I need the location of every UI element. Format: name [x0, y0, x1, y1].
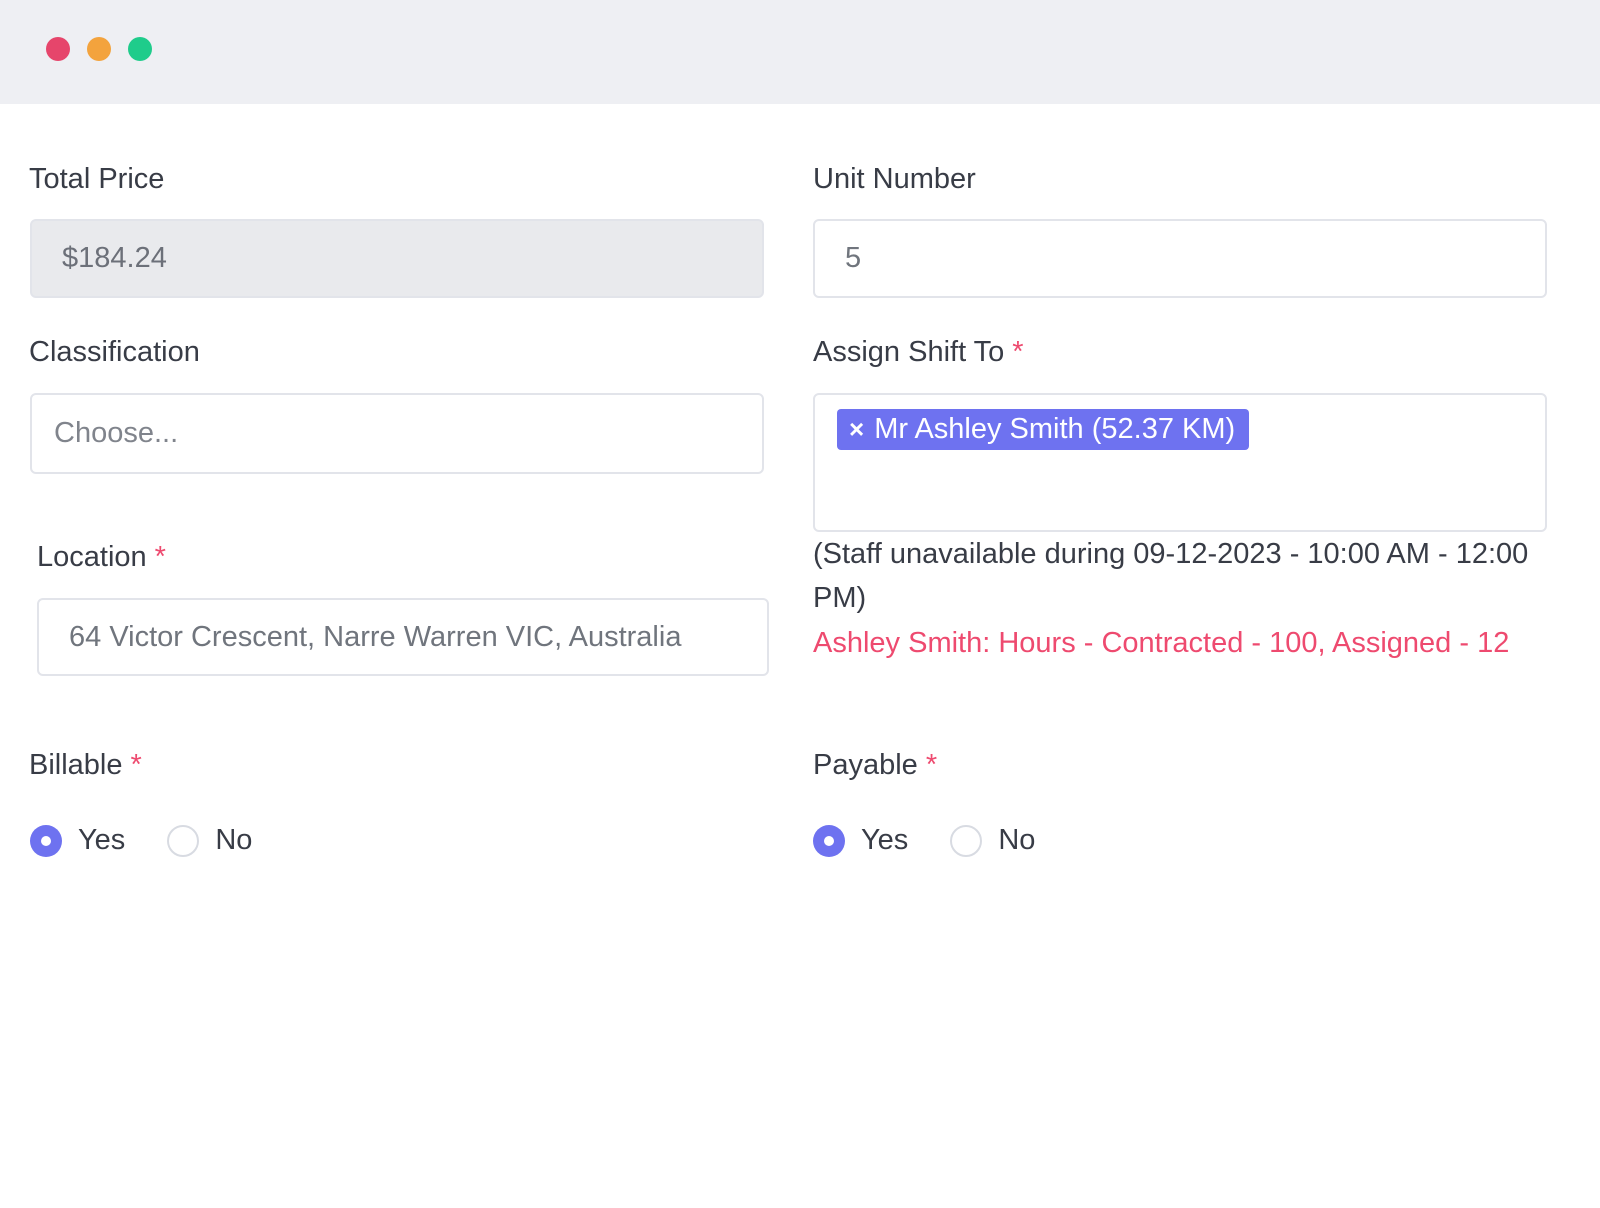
billable-no-label[interactable]: No — [215, 824, 252, 857]
billable-no-radio[interactable] — [167, 824, 200, 857]
required-marker: * — [130, 749, 142, 781]
payable-no-label[interactable]: No — [998, 824, 1035, 857]
billable-yes-label[interactable]: Yes — [78, 824, 125, 857]
payable-yes-radio[interactable] — [813, 824, 845, 857]
billable-label-text: Billable — [29, 749, 123, 781]
classification-select[interactable]: Choose... — [30, 393, 764, 474]
selected-staff-tag: × Mr Ashley Smith (52.37 KM) — [837, 409, 1250, 450]
location-label-text: Location — [37, 541, 147, 573]
hours-warning: Ashley Smith: Hours - Contracted - 100, … — [813, 627, 1510, 659]
location-label: Location * — [37, 541, 166, 574]
unit-number-input[interactable]: 5 — [813, 219, 1547, 298]
staff-availability-note: (Staff unavailable during 09-12-2023 - 1… — [813, 538, 1529, 614]
required-marker: * — [925, 749, 938, 781]
total-price-label: Total Price — [29, 163, 165, 195]
payable-no-radio[interactable] — [950, 824, 983, 857]
billable-radio-group: Yes No — [30, 824, 294, 857]
window-titlebar — [0, 0, 1600, 104]
selected-staff-name: Mr Ashley Smith (52.37 KM) — [874, 413, 1236, 445]
billable-label: Billable * — [29, 749, 142, 782]
classification-label: Classification — [29, 336, 200, 368]
payable-label: Payable * — [813, 749, 937, 782]
assign-shift-label-text: Assign Shift To — [813, 336, 1005, 368]
billable-yes-radio[interactable] — [30, 824, 62, 857]
location-input[interactable]: 64 Victor Crescent, Narre Warren VIC, Au… — [37, 598, 769, 676]
unit-number-label: Unit Number — [813, 163, 976, 195]
payable-yes-label[interactable]: Yes — [861, 824, 908, 857]
payable-radio-group: Yes No — [813, 824, 1077, 857]
required-marker: * — [1012, 336, 1024, 368]
required-marker: * — [154, 541, 166, 573]
minimize-window-button[interactable] — [87, 37, 111, 61]
maximize-window-button[interactable] — [128, 37, 152, 61]
remove-tag-icon[interactable]: × — [849, 414, 864, 445]
assign-shift-multiselect[interactable]: × Mr Ashley Smith (52.37 KM) — [813, 393, 1547, 532]
assign-shift-label: Assign Shift To * — [813, 336, 1024, 369]
payable-label-text: Payable — [813, 749, 918, 781]
close-window-button[interactable] — [46, 37, 70, 61]
total-price-field: $184.24 — [30, 219, 764, 298]
